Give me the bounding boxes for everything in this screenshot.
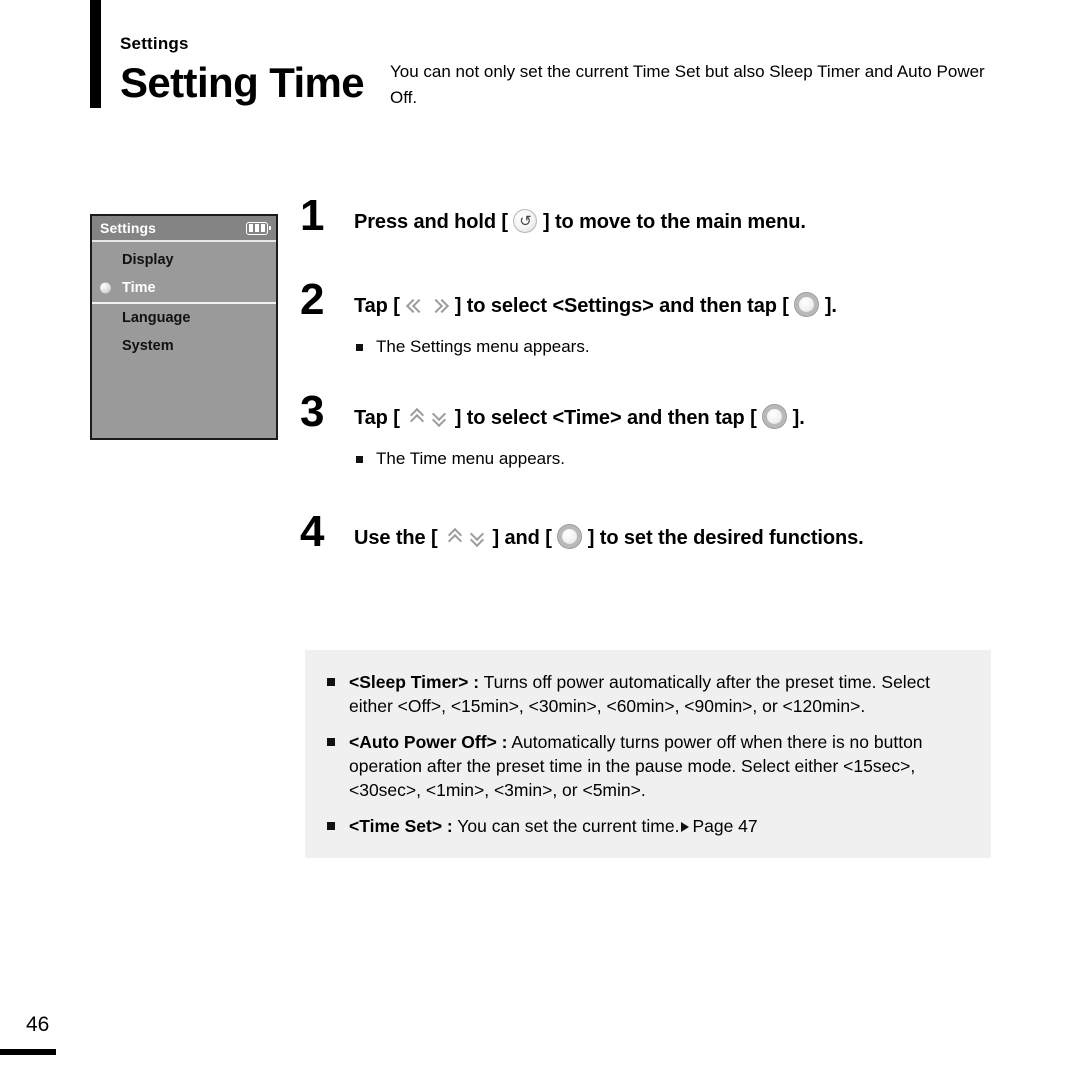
instruction-steps: 1 Press and hold [ ↺ ] to move to the ma… <box>300 194 1000 558</box>
step-text-before: Press and hold [ <box>354 211 508 233</box>
note-item-sleep-timer: <Sleep Timer> : Turns off power automati… <box>325 670 967 718</box>
step-subnote-text: The Time menu appears. <box>376 449 565 468</box>
chevron-up-icon <box>443 526 465 548</box>
step-text-mid: ] to select <Settings> and then tap [ <box>454 295 789 317</box>
device-menu-item-label: Display <box>122 252 174 268</box>
step-3: 3 Tap [ ] to select <Time> and then tap … <box>300 390 1000 470</box>
step-text-mid: ] to select <Time> and then tap [ <box>454 407 757 429</box>
page-ref-triangle-icon <box>681 822 690 832</box>
step-number: 4 <box>300 507 325 556</box>
device-menu-item-language[interactable]: Language <box>92 304 276 332</box>
step-text: Use the [ ] and [ ] to set the desired f… <box>354 524 1000 558</box>
bullet-square-icon <box>327 738 335 746</box>
step-number: 1 <box>300 191 325 240</box>
device-screen-title: Settings <box>100 220 157 236</box>
page-header: Settings Setting Time You can not only s… <box>0 0 1080 130</box>
device-menu-item-label: Time <box>122 280 156 296</box>
chevron-up-icon <box>405 406 427 428</box>
step-text-before: Tap [ <box>354 407 400 429</box>
chevron-down-icon <box>465 526 487 548</box>
step-text-before: Tap [ <box>354 295 400 317</box>
step-text: Tap [ ] to select <Time> and then tap [ … <box>354 404 1000 438</box>
step-1: 1 Press and hold [ ↺ ] to move to the ma… <box>300 194 1000 238</box>
chevron-right-icon <box>427 294 449 316</box>
step-text-after: ] to move to the main menu. <box>542 211 806 233</box>
step-subnote: The Settings menu appears. <box>354 336 1000 358</box>
note-term: <Time Set> : <box>349 816 453 836</box>
page-number: 46 <box>26 1013 50 1036</box>
select-button-icon <box>762 404 788 429</box>
step-text: Tap [ ] to select <Settings> and then ta… <box>354 292 1000 326</box>
page-title: Setting Time <box>120 59 365 106</box>
step-text-after: ] to set the desired functions. <box>587 527 864 549</box>
note-item-auto-power-off: <Auto Power Off> : Automatically turns p… <box>325 730 967 802</box>
step-number: 3 <box>300 387 325 436</box>
note-item-time-set: <Time Set> : You can set the current tim… <box>325 814 967 838</box>
bullet-square-icon <box>327 678 335 686</box>
chevron-left-icon <box>405 294 427 316</box>
device-menu-item-display[interactable]: Display <box>92 246 276 274</box>
device-screen-mockup: Settings Display Time Language System <box>90 214 278 440</box>
bullet-square-icon <box>327 822 335 830</box>
chevron-down-icon <box>427 406 449 428</box>
step-text-before: Use the [ <box>354 527 438 549</box>
note-page-ref: Page 47 <box>692 816 758 836</box>
header-text-group: Settings Setting Time <box>120 34 390 106</box>
step-subnote-text: The Settings menu appears. <box>376 337 590 356</box>
step-text-after: ]. <box>824 295 837 317</box>
step-text-after: ]. <box>792 407 805 429</box>
header-accent-bar <box>90 0 101 108</box>
bullet-square-icon <box>356 456 363 463</box>
step-2: 2 Tap [ ] to select <Settings> and then … <box>300 278 1000 358</box>
selection-dot-icon <box>100 282 111 294</box>
device-menu-list: Display Time Language System <box>92 242 276 360</box>
back-return-icon: ↺ <box>513 209 538 233</box>
select-button-icon <box>794 292 820 317</box>
note-term: <Sleep Timer> : <box>349 672 480 692</box>
step-text: Press and hold [ ↺ ] to move to the main… <box>354 208 1000 236</box>
step-4: 4 Use the [ ] and [ ] to set the desired… <box>300 510 1000 558</box>
back-return-glyph: ↺ <box>519 212 532 230</box>
note-box: <Sleep Timer> : Turns off power automati… <box>305 650 991 858</box>
section-eyebrow: Settings <box>120 34 189 53</box>
device-titlebar: Settings <box>92 216 276 242</box>
bullet-square-icon <box>356 344 363 351</box>
select-button-icon <box>557 524 583 549</box>
battery-icon <box>246 221 272 235</box>
step-text-mid: ] and [ <box>492 527 552 549</box>
device-menu-item-time[interactable]: Time <box>92 274 276 304</box>
device-menu-item-label: System <box>122 338 174 354</box>
device-menu-item-system[interactable]: System <box>92 332 276 360</box>
step-number: 2 <box>300 275 325 324</box>
device-menu-item-label: Language <box>122 310 191 326</box>
header-description: You can not only set the current Time Se… <box>390 62 985 107</box>
note-body: You can set the current time. <box>452 816 680 836</box>
footer-rule <box>0 1049 56 1055</box>
step-subnote: The Time menu appears. <box>354 448 1000 470</box>
note-term: <Auto Power Off> : <box>349 732 508 752</box>
